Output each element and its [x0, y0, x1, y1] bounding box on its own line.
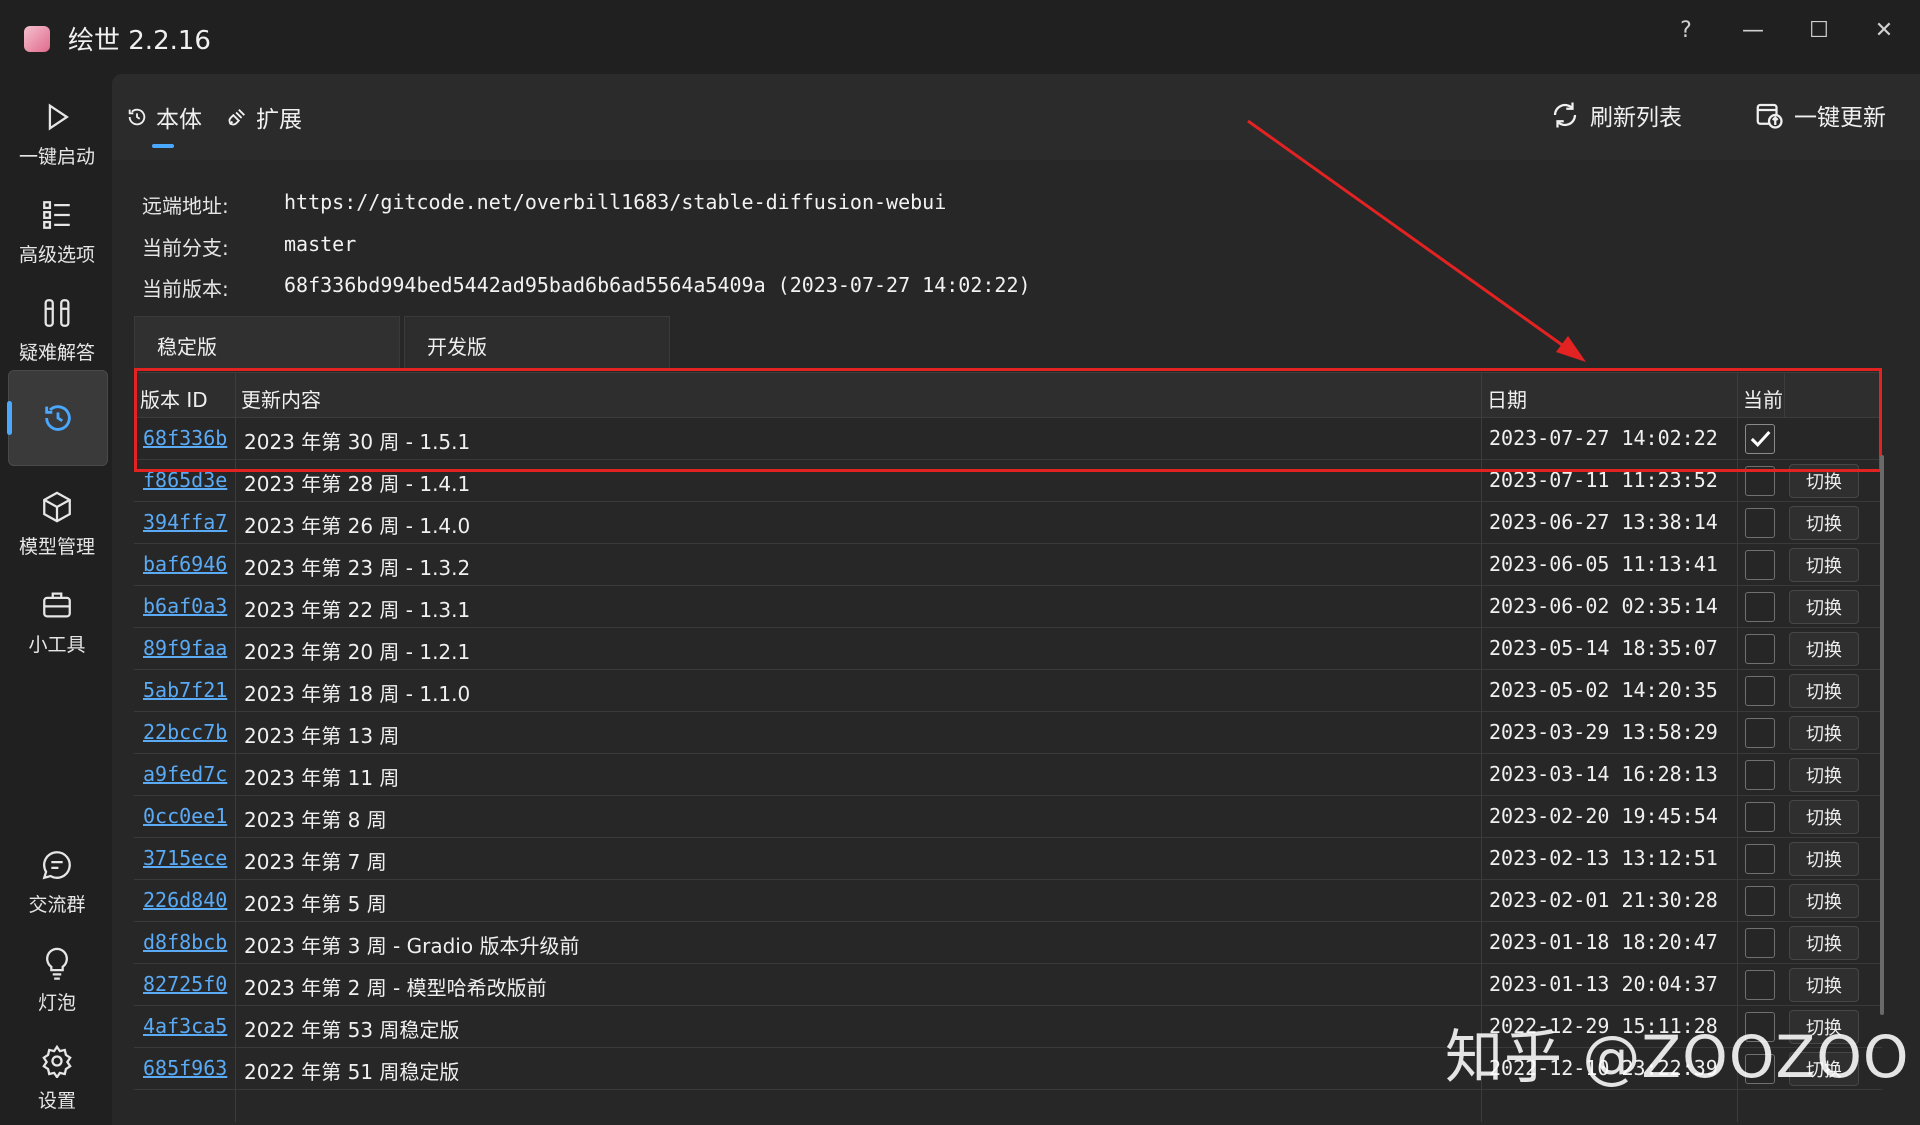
watermark: 知乎 @ZOOZOO	[1445, 1023, 1910, 1091]
scrollbar[interactable]	[1880, 455, 1884, 1015]
annotation-arrow	[1247, 119, 1586, 362]
